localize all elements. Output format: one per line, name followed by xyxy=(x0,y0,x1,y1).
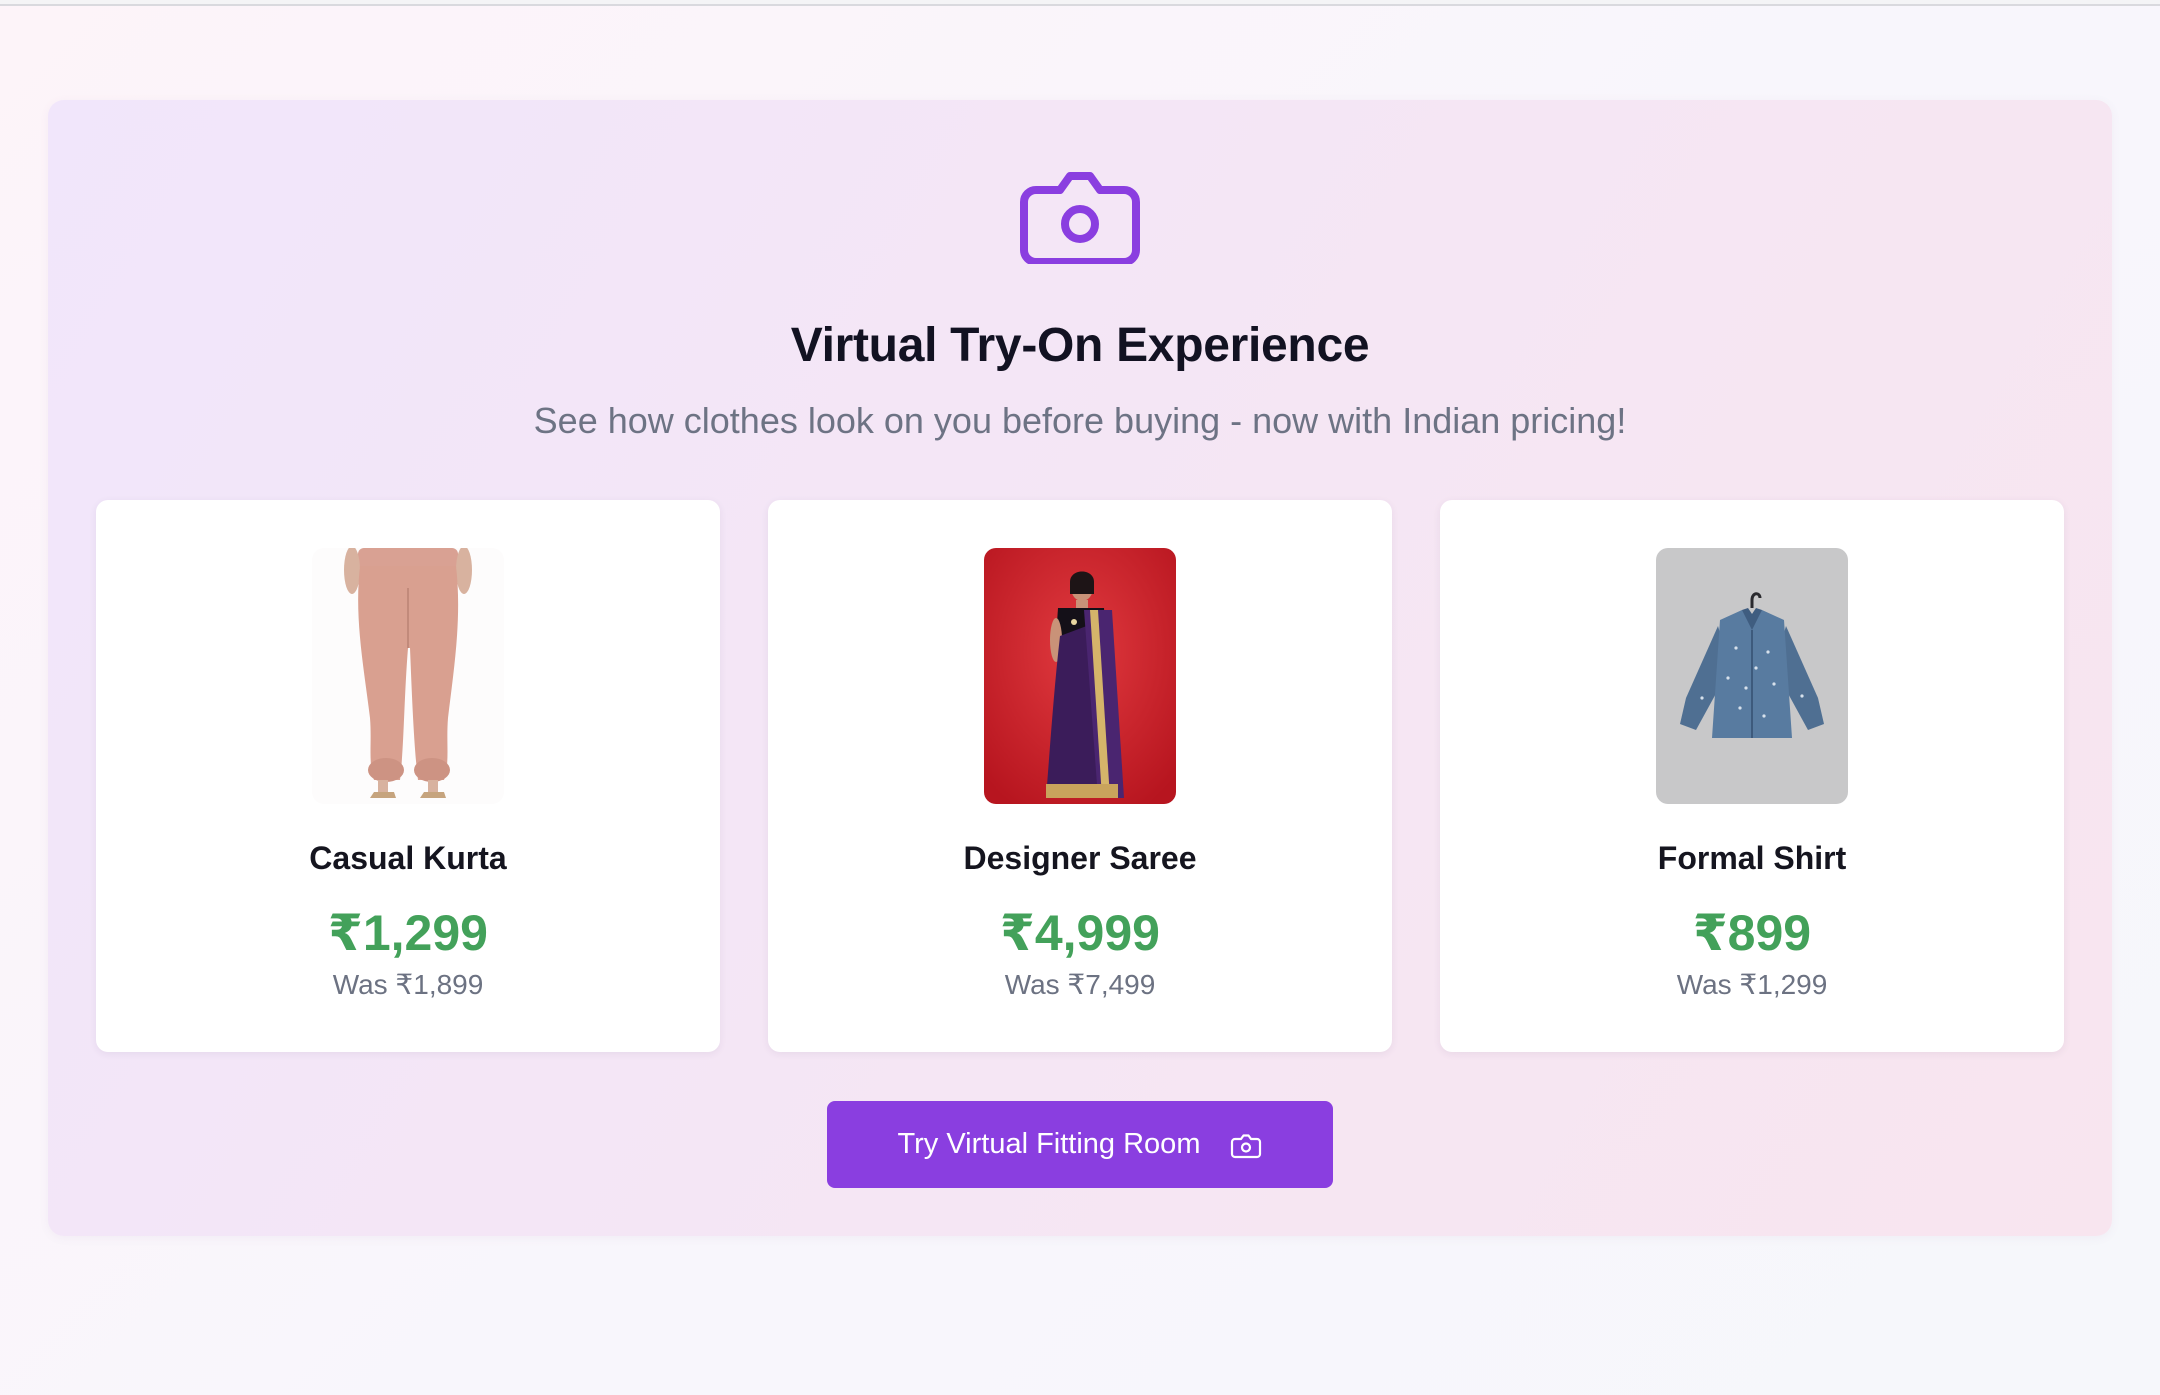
camera-icon xyxy=(1020,172,1140,264)
cta-label: Try Virtual Fitting Room xyxy=(897,1128,1201,1160)
page-title: Virtual Try-On Experience xyxy=(790,319,1370,372)
product-original-price: Was ₹1,299 xyxy=(1676,969,1828,1000)
try-virtual-fitting-room-button[interactable]: Try Virtual Fitting Room xyxy=(827,1101,1333,1188)
product-price: ₹4,999 xyxy=(1000,905,1160,961)
product-image-purple-saree[interactable] xyxy=(984,548,1176,804)
purple-saree-photo xyxy=(984,548,1176,804)
product-original-price: Was ₹7,499 xyxy=(1004,969,1156,1000)
product-name: Casual Kurta xyxy=(309,840,507,876)
camera-icon xyxy=(1231,1133,1262,1158)
product-price: ₹1,299 xyxy=(328,905,488,961)
product-image-pink-joggers[interactable] xyxy=(312,548,504,804)
product-name: Designer Saree xyxy=(963,840,1197,876)
product-price: ₹899 xyxy=(1692,905,1812,961)
product-card-designer-saree[interactable]: Designer Saree ₹4,999 Was ₹7,499 xyxy=(768,500,1392,1052)
product-image-blue-shirt[interactable] xyxy=(1656,548,1848,804)
product-card-formal-shirt[interactable]: Formal Shirt ₹899 Was ₹1,299 xyxy=(1440,500,2064,1052)
product-original-price: Was ₹1,899 xyxy=(332,969,484,1000)
product-card-casual-kurta[interactable]: Casual Kurta ₹1,299 Was ₹1,899 xyxy=(96,500,720,1052)
pink-joggers-photo xyxy=(312,548,504,804)
window-top-border xyxy=(0,0,2160,6)
product-name: Formal Shirt xyxy=(1657,840,1847,876)
blue-shirt-photo xyxy=(1656,548,1848,804)
page-subtitle: See how clothes look on you before buyin… xyxy=(533,400,1627,441)
